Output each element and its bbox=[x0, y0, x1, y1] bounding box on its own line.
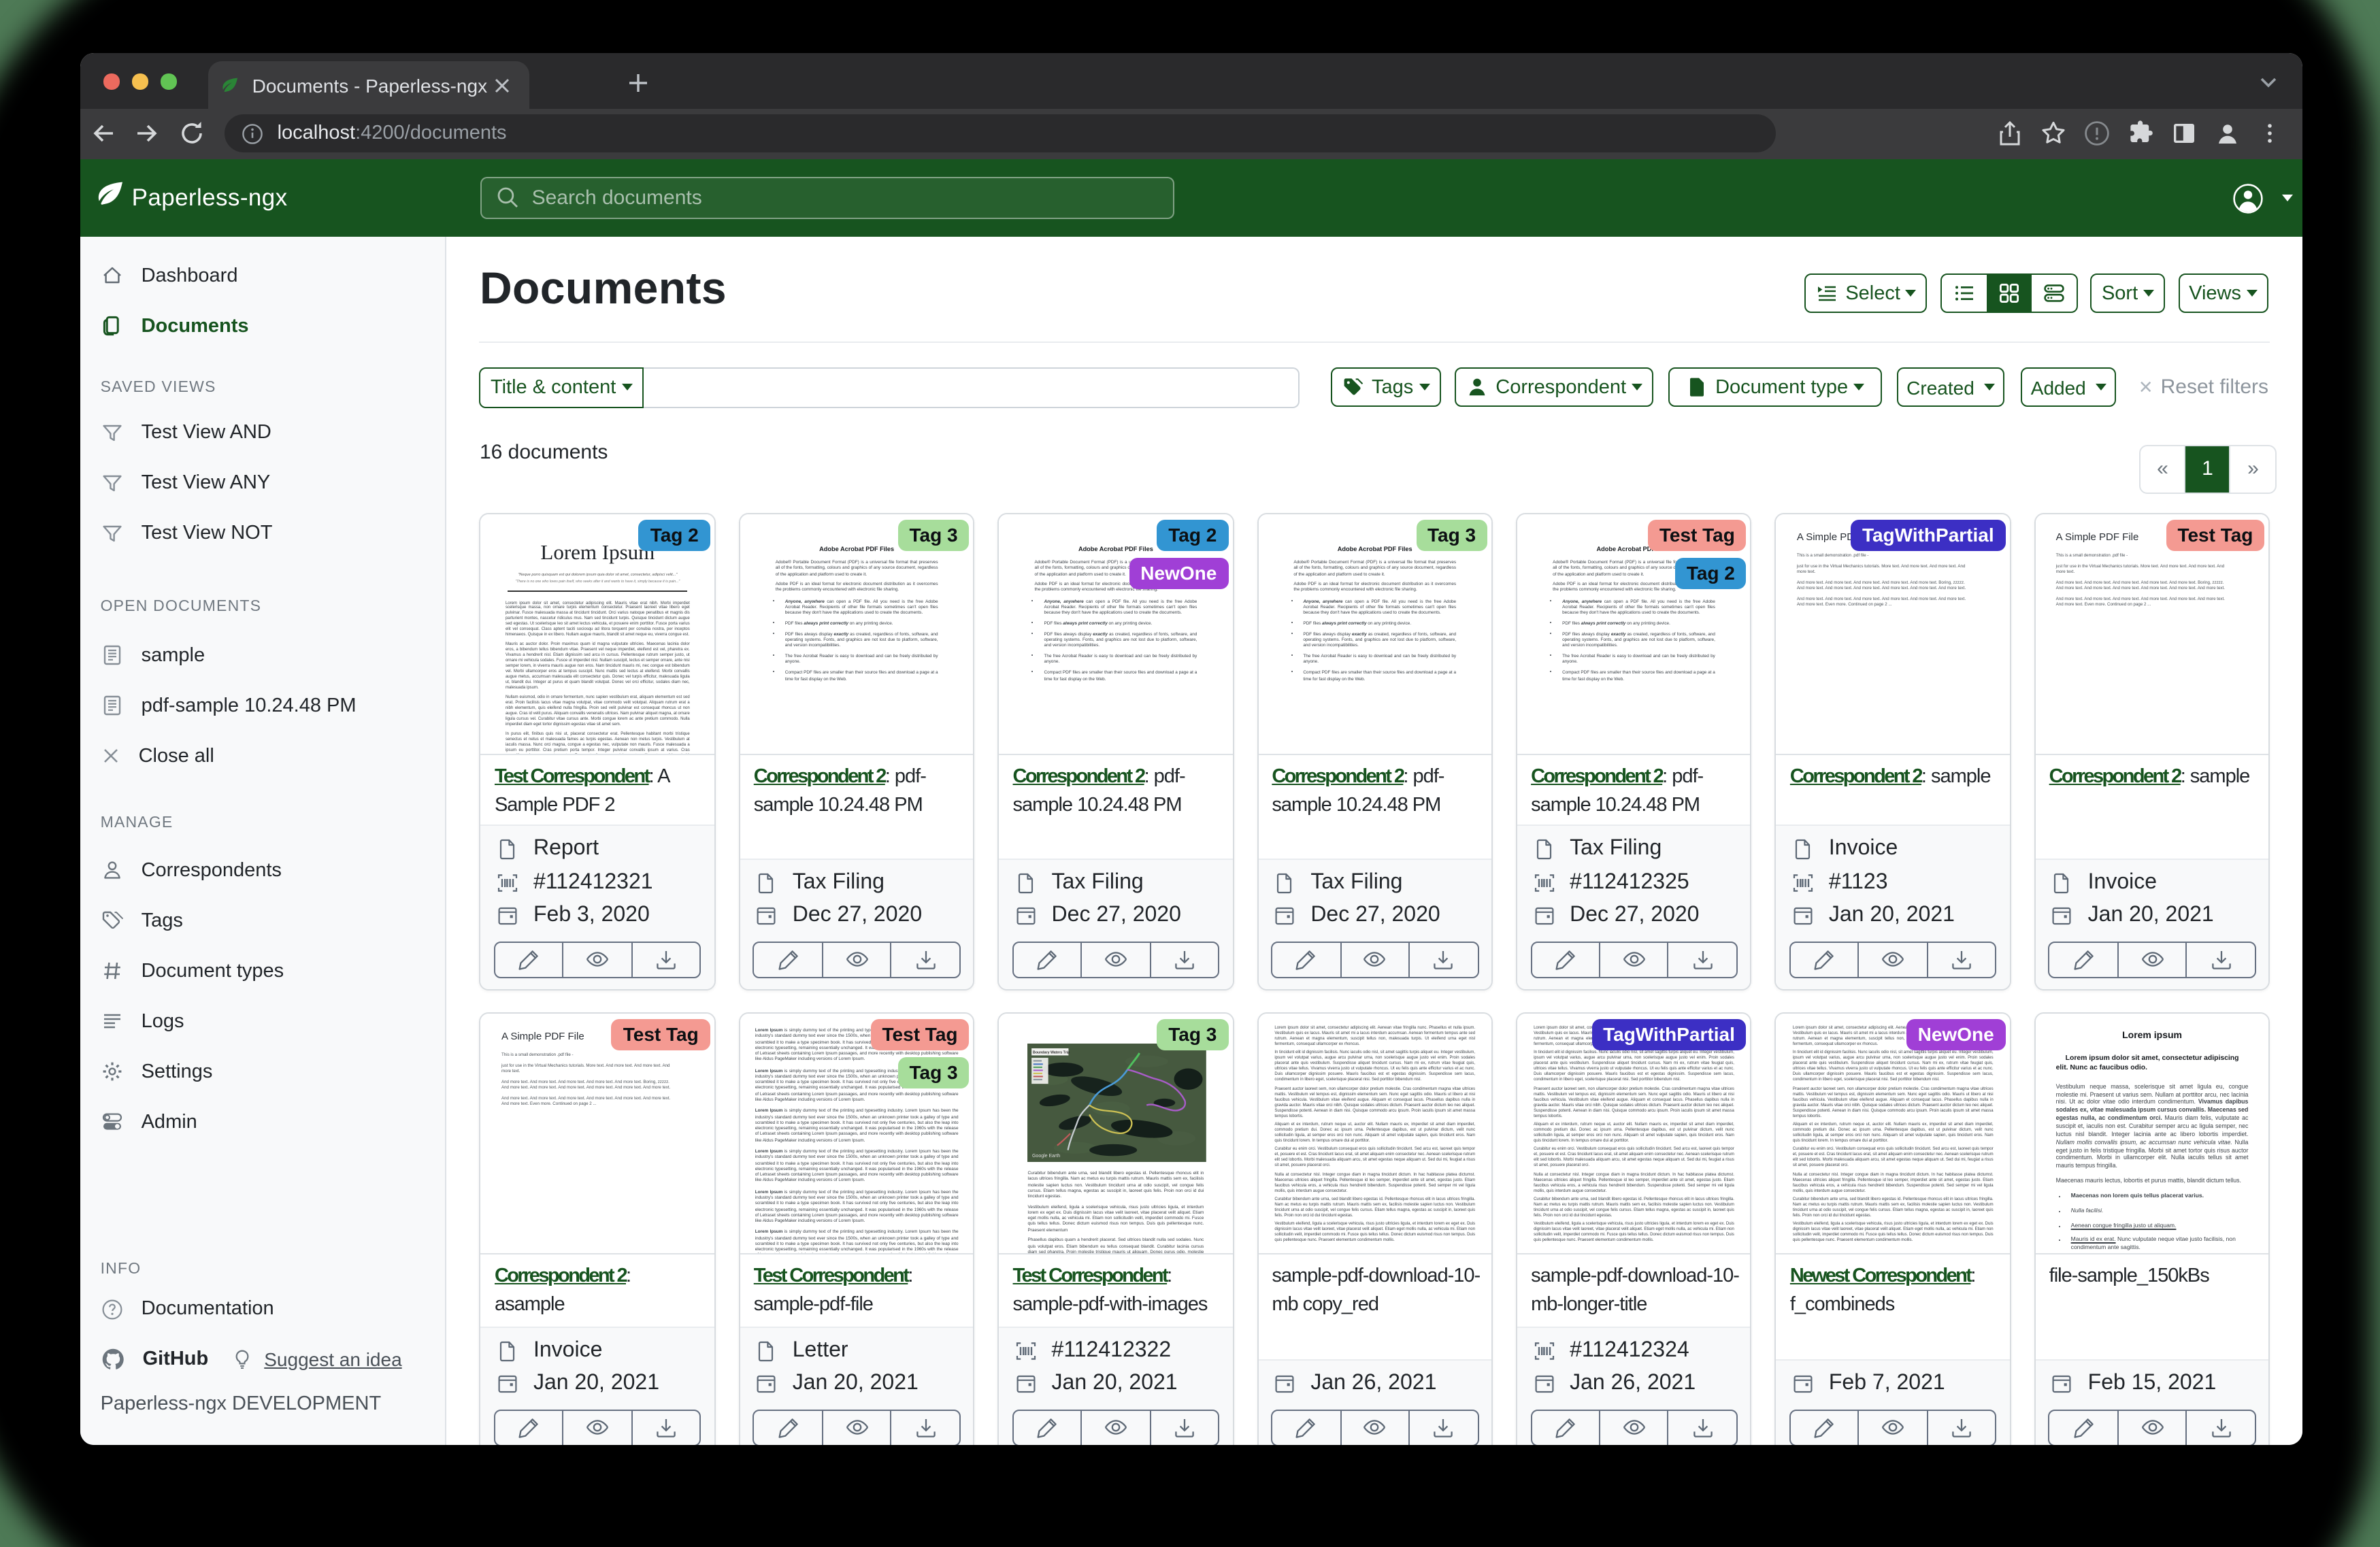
svg-text:Google Earth: Google Earth bbox=[1033, 1154, 1061, 1159]
svg-text:Boundary Waters Trip: Boundary Waters Trip bbox=[1034, 1050, 1070, 1054]
